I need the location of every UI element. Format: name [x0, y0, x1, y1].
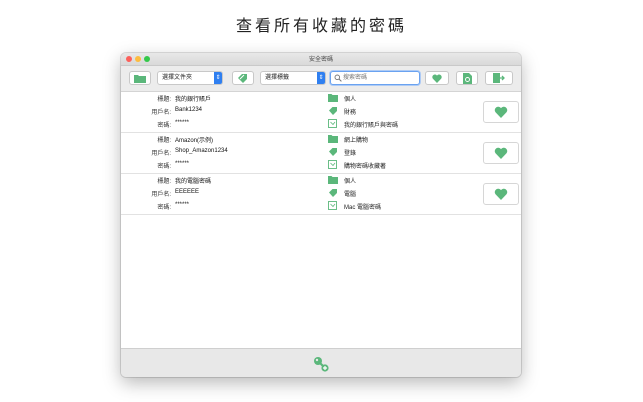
search-input[interactable]: [343, 73, 415, 83]
password-list: 標題: 我的銀行賬戶 用戶名: Bank1234 密碼: ****** 個人 財…: [121, 92, 521, 348]
password-entry[interactable]: 標題: 我的電腦密碼 用戶名: EEEEEE 密碼: ****** 個人 電腦 …: [121, 174, 521, 215]
refresh-button[interactable]: [456, 71, 478, 85]
entry-username: EEEEEE: [175, 189, 200, 195]
folder-icon: [328, 176, 338, 184]
entry-tag: 登錄: [344, 151, 357, 157]
username-label: 用戶名:: [151, 192, 171, 198]
tag-icon: [238, 74, 247, 83]
headline: 查看所有收藏的密碼: [235, 16, 407, 35]
entry-password: ******: [175, 120, 190, 126]
heart-icon: [494, 106, 508, 118]
password-label: 密碼:: [157, 123, 171, 129]
username-label: 用戶名:: [151, 110, 171, 116]
folder-icon: [328, 135, 338, 143]
add-key-icon: [314, 356, 329, 372]
entry-username: Bank1234: [175, 107, 203, 113]
favorites-button[interactable]: [425, 71, 449, 85]
entry-title: 我的銀行賬戶: [175, 97, 212, 103]
heart-icon: [494, 188, 508, 200]
folder-select-chevron-icon: ⇕: [214, 72, 222, 84]
export-icon: [493, 73, 505, 83]
tag-select[interactable]: 選擇標籤 ⇕: [260, 71, 326, 85]
folder-icon: [328, 94, 338, 102]
tag-select-chevron-icon: ⇕: [317, 72, 325, 84]
entry-note: Mac 電腦密碼: [344, 205, 382, 211]
favorite-toggle-button[interactable]: [483, 101, 519, 123]
entry-title: Amazon(示例): [175, 138, 214, 144]
title-label: 標題:: [157, 138, 171, 144]
tag-icon: [329, 148, 337, 156]
heart-icon: [432, 74, 442, 83]
entry-password: ******: [175, 161, 190, 167]
title-label: 標題:: [157, 179, 171, 185]
folder-select-value: 選擇文件夾: [162, 75, 193, 81]
tag-icon: [329, 107, 337, 115]
password-entry[interactable]: 標題: 我的銀行賬戶 用戶名: Bank1234 密碼: ****** 個人 財…: [121, 92, 521, 133]
folder-button[interactable]: [129, 71, 151, 85]
toolbar: 選擇文件夾 ⇕ 選擇標籤 ⇕: [121, 66, 521, 92]
search-field[interactable]: [330, 71, 420, 85]
folder-icon: [134, 74, 146, 83]
heart-icon: [494, 147, 508, 159]
app-window: 安全密碼 選擇文件夾 ⇕ 選擇標籤 ⇕ 搜索密碼 標題: 我的銀行賬戶 用戶名:…: [121, 53, 521, 377]
username-label: 用戶名:: [151, 151, 171, 157]
entry-tag: 電腦: [344, 192, 357, 198]
folder-select[interactable]: 選擇文件夾 ⇕: [157, 71, 223, 85]
search-icon: [334, 74, 342, 82]
password-label: 密碼:: [157, 164, 171, 170]
entry-folder: 個人: [344, 179, 357, 185]
tag-icon: [329, 189, 337, 197]
window-title: 安全密碼: [308, 57, 333, 63]
refresh-doc-icon: [462, 72, 472, 84]
note-icon: [328, 160, 337, 169]
entry-tag: 財務: [344, 110, 357, 116]
password-entry[interactable]: 標題: Amazon(示例) 用戶名: Shop_Amazon1234 密碼: …: [121, 133, 521, 174]
tag-select-value: 選擇標籤: [265, 75, 290, 81]
password-label: 密碼:: [157, 205, 171, 211]
title-bar: 安全密碼: [121, 53, 521, 66]
entry-note: 購物密碼收藏著: [344, 164, 387, 170]
tag-button[interactable]: [232, 71, 254, 85]
bottom-bar: [121, 348, 521, 377]
favorite-toggle-button[interactable]: [483, 142, 519, 164]
entry-folder: 個人: [344, 97, 357, 103]
title-label: 標題:: [157, 97, 171, 103]
entry-username: Shop_Amazon1234: [175, 148, 228, 154]
entry-password: ******: [175, 202, 190, 208]
note-icon: [328, 119, 337, 128]
export-button[interactable]: [485, 71, 513, 85]
entry-title: 我的電腦密碼: [175, 179, 212, 185]
entry-folder: 網上購物: [344, 138, 369, 144]
add-password-button[interactable]: [311, 354, 331, 374]
favorite-toggle-button[interactable]: [483, 183, 519, 205]
entry-note: 我的銀行賬戶與密碼: [344, 123, 399, 129]
note-icon: [328, 201, 337, 210]
